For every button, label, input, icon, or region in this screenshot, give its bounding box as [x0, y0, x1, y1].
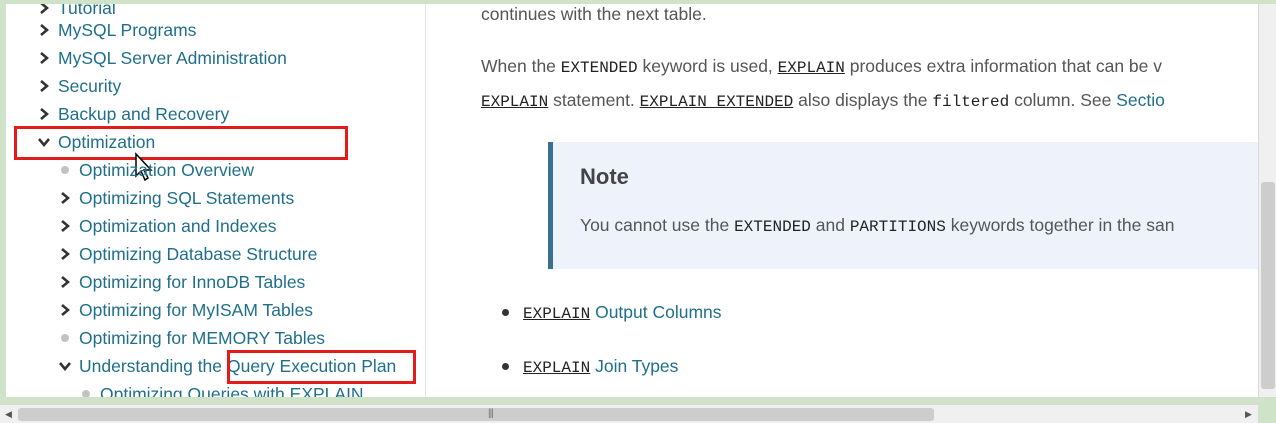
- text-span: column. See: [1009, 90, 1117, 110]
- sidebar-item-database-structure[interactable]: Optimizing Database Structure: [59, 242, 317, 266]
- sidebar-item-optimization-overview[interactable]: Optimization Overview: [59, 158, 254, 182]
- chevron-right-icon: [38, 108, 50, 120]
- scroll-right-icon[interactable]: ▶: [1245, 409, 1252, 420]
- text-span: also displays the: [793, 90, 933, 110]
- text-span: and: [810, 215, 850, 235]
- sidebar-item-label: Backup and Recovery: [58, 103, 230, 124]
- text-span: produces extra information that can be v: [844, 56, 1162, 76]
- vertical-scroll-thumb[interactable]: [1261, 182, 1275, 389]
- code-partitions: PARTITIONS: [849, 218, 946, 236]
- paragraph-explain-extended: EXPLAIN statement. EXPLAIN EXTENDED also…: [481, 90, 1165, 111]
- sidebar-item-label: Optimizing Database Structure: [79, 243, 318, 264]
- chevron-right-icon: [38, 52, 50, 64]
- chevron-right-icon: [59, 220, 71, 232]
- text-span: You cannot use the: [580, 215, 735, 235]
- chevron-right-icon: [38, 4, 50, 14]
- sidebar-item-innodb-tables[interactable]: Optimizing for InnoDB Tables: [59, 270, 305, 294]
- text-span: statement.: [548, 90, 640, 110]
- main-content: continues with the next table. When the …: [427, 4, 1258, 397]
- paragraph-line: continues with the next table.: [481, 4, 707, 24]
- sidebar-item-security[interactable]: Security: [38, 74, 121, 98]
- explain-link[interactable]: EXPLAIN: [523, 359, 590, 377]
- list-item-output-columns[interactable]: EXPLAIN Output Columns: [523, 302, 722, 323]
- sidebar-item-label: Security: [58, 75, 122, 96]
- code-extended: EXTENDED: [734, 218, 811, 236]
- grip-icon: |||: [488, 408, 494, 419]
- chevron-right-icon: [59, 276, 71, 288]
- sidebar-item-label: Optimizing Queries with EXPLAIN: [100, 383, 364, 398]
- chevron-right-icon: [59, 248, 71, 260]
- sidebar-item-label: Optimization Overview: [79, 159, 255, 180]
- code-filtered: filtered: [932, 93, 1010, 111]
- sidebar-item-label: Optimization and Indexes: [79, 215, 277, 236]
- sidebar-item-myisam-tables[interactable]: Optimizing for MyISAM Tables: [59, 298, 313, 322]
- note-title: Note: [580, 164, 629, 189]
- paragraph-extended: When the EXTENDED keyword is used, EXPLA…: [481, 56, 1162, 77]
- horizontal-scroll-thumb[interactable]: |||: [18, 408, 934, 421]
- sidebar-item-memory-tables[interactable]: Optimizing for MEMORY Tables: [59, 326, 325, 350]
- sidebar-item-label: Optimizing for InnoDB Tables: [79, 271, 306, 292]
- section-link[interactable]: Sectio: [1116, 90, 1165, 110]
- bullet-icon: [502, 363, 509, 370]
- explain-link[interactable]: EXPLAIN: [778, 59, 845, 77]
- sidebar-item-explain-queries[interactable]: Optimizing Queries with EXPLAIN: [80, 382, 364, 397]
- bullet-icon: [61, 166, 69, 174]
- explain-link[interactable]: EXPLAIN: [481, 93, 548, 111]
- text-span: keywords together in the san: [945, 215, 1175, 235]
- sidebar-item-label: MySQL Programs: [58, 19, 197, 40]
- note-text: You cannot use the EXTENDED and PARTITIO…: [580, 215, 1174, 236]
- sidebar-item-optimizing-sql[interactable]: Optimizing SQL Statements: [59, 186, 294, 210]
- bullet-icon: [502, 309, 509, 316]
- note-box: Note You cannot use the EXTENDED and PAR…: [548, 142, 1258, 269]
- sidebar-nav: Tutorial MySQL Programs MySQL Server Adm…: [6, 4, 426, 397]
- horizontal-scrollbar[interactable]: ◀ ||| ▶: [0, 404, 1258, 423]
- sidebar-item-optimization-indexes[interactable]: Optimization and Indexes: [59, 214, 276, 238]
- list-item-join-types[interactable]: EXPLAIN Join Types: [523, 356, 678, 377]
- chevron-right-icon: [59, 192, 71, 204]
- sidebar-item-mysql-programs[interactable]: MySQL Programs: [38, 18, 196, 42]
- explain-extended-link[interactable]: EXPLAIN EXTENDED: [640, 93, 794, 111]
- sidebar-item-server-administration[interactable]: MySQL Server Administration: [38, 46, 287, 70]
- vertical-scrollbar[interactable]: [1258, 4, 1276, 397]
- highlight-box-optimization: [14, 126, 348, 160]
- sidebar-item-label: Optimizing for MyISAM Tables: [79, 299, 314, 320]
- highlight-box-query-plan: [227, 350, 416, 384]
- explain-link[interactable]: EXPLAIN: [523, 305, 590, 323]
- scroll-left-icon[interactable]: ◀: [5, 409, 12, 420]
- sidebar-item-label: Optimizing for MEMORY Tables: [79, 327, 326, 348]
- text-span: keyword is used,: [637, 56, 778, 76]
- output-columns-link[interactable]: Output Columns: [590, 302, 721, 322]
- text-span: When the: [481, 56, 561, 76]
- sidebar-item-backup-recovery[interactable]: Backup and Recovery: [38, 102, 229, 126]
- join-types-link[interactable]: Join Types: [590, 356, 678, 376]
- code-extended: EXTENDED: [560, 59, 638, 77]
- bullet-icon: [61, 334, 69, 342]
- chevron-right-icon: [59, 304, 71, 316]
- chevron-right-icon: [38, 24, 50, 36]
- bullet-icon: [82, 390, 90, 397]
- sidebar-item-label: Understanding the: [79, 355, 223, 376]
- chevron-right-icon: [38, 80, 50, 92]
- browser-viewport: Tutorial MySQL Programs MySQL Server Adm…: [6, 4, 1258, 397]
- sidebar-item-label: Optimizing SQL Statements: [79, 187, 295, 208]
- chevron-down-icon: [59, 360, 71, 372]
- sidebar-item-label: MySQL Server Administration: [58, 47, 287, 68]
- sidebar-item-label: Tutorial: [58, 4, 116, 18]
